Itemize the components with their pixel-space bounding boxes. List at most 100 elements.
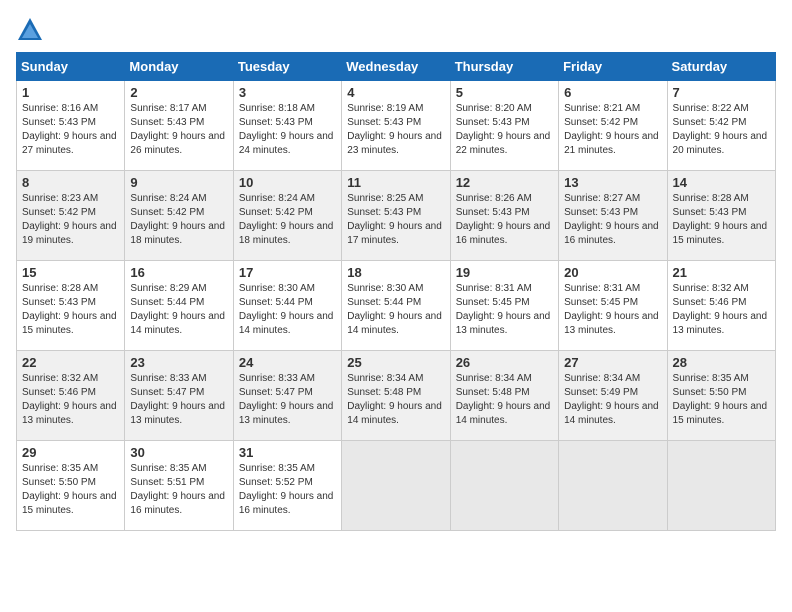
calendar-week-5: 29 Sunrise: 8:35 AMSunset: 5:50 PMDayligh… [17, 441, 776, 531]
calendar: SundayMondayTuesdayWednesdayThursdayFrid… [16, 52, 776, 531]
day-number: 24 [239, 355, 336, 370]
day-info: Sunrise: 8:32 AMSunset: 5:46 PMDaylight:… [22, 372, 119, 428]
calendar-cell: 1 Sunrise: 8:16 AMSunset: 5:43 PMDaylight… [17, 81, 125, 171]
calendar-cell: 27 Sunrise: 8:34 AMSunset: 5:49 PMDayligh… [559, 351, 667, 441]
calendar-cell: 9 Sunrise: 8:24 AMSunset: 5:42 PMDaylight… [125, 171, 233, 261]
day-info: Sunrise: 8:18 AMSunset: 5:43 PMDaylight:… [239, 102, 336, 158]
day-info: Sunrise: 8:29 AMSunset: 5:44 PMDaylight:… [130, 282, 227, 338]
day-number: 27 [564, 355, 661, 370]
day-info: Sunrise: 8:24 AMSunset: 5:42 PMDaylight:… [239, 192, 336, 248]
page-header [16, 16, 776, 44]
day-number: 1 [22, 85, 119, 100]
calendar-cell: 26 Sunrise: 8:34 AMSunset: 5:48 PMDayligh… [450, 351, 558, 441]
day-number: 28 [673, 355, 770, 370]
day-number: 9 [130, 175, 227, 190]
header-tuesday: Tuesday [233, 53, 341, 81]
day-info: Sunrise: 8:17 AMSunset: 5:43 PMDaylight:… [130, 102, 227, 158]
day-info: Sunrise: 8:22 AMSunset: 5:42 PMDaylight:… [673, 102, 770, 158]
logo [16, 16, 48, 44]
calendar-cell: 17Sunrise: 8:30 AMSunset: 5:44 PMDayligh… [233, 261, 341, 351]
header-friday: Friday [559, 53, 667, 81]
day-number: 30 [130, 445, 227, 460]
calendar-cell: 14Sunrise: 8:28 AMSunset: 5:43 PMDayligh… [667, 171, 775, 261]
day-number: 26 [456, 355, 553, 370]
calendar-cell: 2 Sunrise: 8:17 AMSunset: 5:43 PMDaylight… [125, 81, 233, 171]
day-info: Sunrise: 8:19 AMSunset: 5:43 PMDaylight:… [347, 102, 444, 158]
day-number: 7 [673, 85, 770, 100]
header-sunday: Sunday [17, 53, 125, 81]
calendar-header-row: SundayMondayTuesdayWednesdayThursdayFrid… [17, 53, 776, 81]
day-info: Sunrise: 8:35 AMSunset: 5:51 PMDaylight:… [130, 462, 227, 518]
day-info: Sunrise: 8:35 AMSunset: 5:52 PMDaylight:… [239, 462, 336, 518]
day-number: 3 [239, 85, 336, 100]
day-number: 29 [22, 445, 119, 460]
calendar-cell [342, 441, 450, 531]
calendar-cell [667, 441, 775, 531]
calendar-cell: 12Sunrise: 8:26 AMSunset: 5:43 PMDayligh… [450, 171, 558, 261]
calendar-cell: 6 Sunrise: 8:21 AMSunset: 5:42 PMDaylight… [559, 81, 667, 171]
calendar-cell: 7 Sunrise: 8:22 AMSunset: 5:42 PMDaylight… [667, 81, 775, 171]
day-number: 18 [347, 265, 444, 280]
day-info: Sunrise: 8:23 AMSunset: 5:42 PMDaylight:… [22, 192, 119, 248]
day-info: Sunrise: 8:34 AMSunset: 5:49 PMDaylight:… [564, 372, 661, 428]
day-info: Sunrise: 8:32 AMSunset: 5:46 PMDaylight:… [673, 282, 770, 338]
calendar-cell: 3 Sunrise: 8:18 AMSunset: 5:43 PMDaylight… [233, 81, 341, 171]
day-number: 22 [22, 355, 119, 370]
calendar-cell: 5Sunrise: 8:20 AMSunset: 5:43 PMDaylight… [450, 81, 558, 171]
day-info: Sunrise: 8:34 AMSunset: 5:48 PMDaylight:… [347, 372, 444, 428]
day-number: 10 [239, 175, 336, 190]
calendar-cell: 25 Sunrise: 8:34 AMSunset: 5:48 PMDayligh… [342, 351, 450, 441]
day-number: 8 [22, 175, 119, 190]
day-number: 31 [239, 445, 336, 460]
calendar-cell: 21 Sunrise: 8:32 AMSunset: 5:46 PMDayligh… [667, 261, 775, 351]
calendar-cell: 13 Sunrise: 8:27 AMSunset: 5:43 PMDayligh… [559, 171, 667, 261]
day-info: Sunrise: 8:26 AMSunset: 5:43 PMDaylight:… [456, 192, 553, 248]
calendar-cell: 16 Sunrise: 8:29 AMSunset: 5:44 PMDayligh… [125, 261, 233, 351]
day-number: 20 [564, 265, 661, 280]
header-saturday: Saturday [667, 53, 775, 81]
calendar-cell: 20 Sunrise: 8:31 AMSunset: 5:45 PMDayligh… [559, 261, 667, 351]
day-info: Sunrise: 8:35 AMSunset: 5:50 PMDaylight:… [22, 462, 119, 518]
day-info: Sunrise: 8:20 AMSunset: 5:43 PMDaylight:… [456, 102, 553, 158]
calendar-week-1: 1 Sunrise: 8:16 AMSunset: 5:43 PMDaylight… [17, 81, 776, 171]
day-info: Sunrise: 8:30 AMSunset: 5:44 PMDaylight:… [347, 282, 444, 338]
day-info: Sunrise: 8:34 AMSunset: 5:48 PMDaylight:… [456, 372, 553, 428]
day-info: Sunrise: 8:24 AMSunset: 5:42 PMDaylight:… [130, 192, 227, 248]
day-info: Sunrise: 8:31 AMSunset: 5:45 PMDaylight:… [564, 282, 661, 338]
calendar-cell: 28 Sunrise: 8:35 AMSunset: 5:50 PMDayligh… [667, 351, 775, 441]
day-info: Sunrise: 8:30 AMSunset: 5:44 PMDaylight:… [239, 282, 336, 338]
calendar-cell: 15Sunrise: 8:28 AMSunset: 5:43 PMDayligh… [17, 261, 125, 351]
day-info: Sunrise: 8:16 AMSunset: 5:43 PMDaylight:… [22, 102, 119, 158]
day-number: 13 [564, 175, 661, 190]
day-number: 21 [673, 265, 770, 280]
day-info: Sunrise: 8:21 AMSunset: 5:42 PMDaylight:… [564, 102, 661, 158]
logo-icon [16, 16, 44, 44]
day-info: Sunrise: 8:33 AMSunset: 5:47 PMDaylight:… [239, 372, 336, 428]
day-info: Sunrise: 8:27 AMSunset: 5:43 PMDaylight:… [564, 192, 661, 248]
calendar-cell: 24 Sunrise: 8:33 AMSunset: 5:47 PMDayligh… [233, 351, 341, 441]
day-number: 6 [564, 85, 661, 100]
day-number: 25 [347, 355, 444, 370]
calendar-cell: 22 Sunrise: 8:32 AMSunset: 5:46 PMDayligh… [17, 351, 125, 441]
day-number: 2 [130, 85, 227, 100]
calendar-week-3: 15Sunrise: 8:28 AMSunset: 5:43 PMDayligh… [17, 261, 776, 351]
day-number: 4 [347, 85, 444, 100]
calendar-week-4: 22 Sunrise: 8:32 AMSunset: 5:46 PMDayligh… [17, 351, 776, 441]
calendar-cell: 23Sunrise: 8:33 AMSunset: 5:47 PMDayligh… [125, 351, 233, 441]
day-info: Sunrise: 8:28 AMSunset: 5:43 PMDaylight:… [673, 192, 770, 248]
calendar-cell: 10 Sunrise: 8:24 AMSunset: 5:42 PMDayligh… [233, 171, 341, 261]
calendar-cell: 19Sunrise: 8:31 AMSunset: 5:45 PMDayligh… [450, 261, 558, 351]
calendar-cell: 31 Sunrise: 8:35 AMSunset: 5:52 PMDayligh… [233, 441, 341, 531]
calendar-cell: 8 Sunrise: 8:23 AMSunset: 5:42 PMDaylight… [17, 171, 125, 261]
day-info: Sunrise: 8:35 AMSunset: 5:50 PMDaylight:… [673, 372, 770, 428]
calendar-cell: 4 Sunrise: 8:19 AMSunset: 5:43 PMDaylight… [342, 81, 450, 171]
day-number: 19 [456, 265, 553, 280]
calendar-cell [559, 441, 667, 531]
header-wednesday: Wednesday [342, 53, 450, 81]
header-monday: Monday [125, 53, 233, 81]
header-thursday: Thursday [450, 53, 558, 81]
calendar-cell: 18 Sunrise: 8:30 AMSunset: 5:44 PMDayligh… [342, 261, 450, 351]
calendar-week-2: 8 Sunrise: 8:23 AMSunset: 5:42 PMDaylight… [17, 171, 776, 261]
day-number: 16 [130, 265, 227, 280]
day-info: Sunrise: 8:25 AMSunset: 5:43 PMDaylight:… [347, 192, 444, 248]
